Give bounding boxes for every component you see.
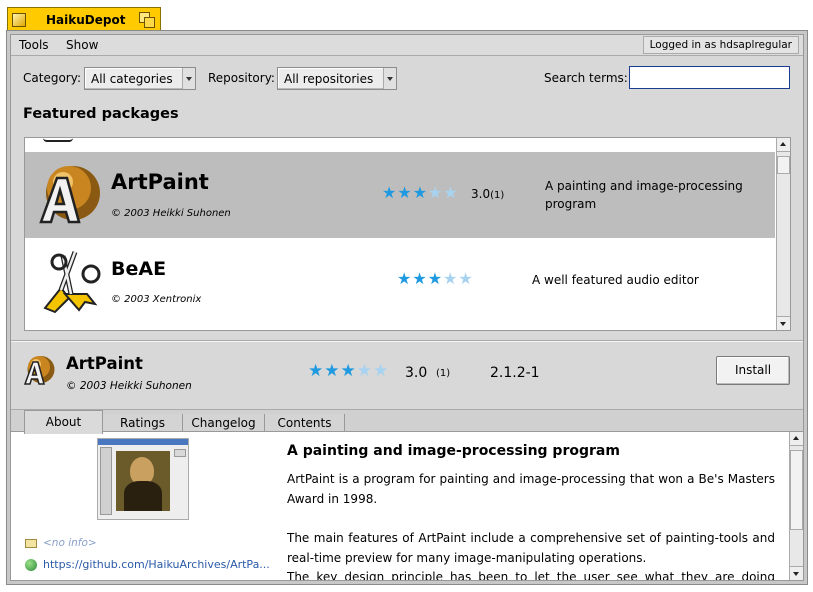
scroll-thumb[interactable] <box>777 156 790 174</box>
chevron-down-icon <box>182 68 195 89</box>
window-tab[interactable]: HaikuDepot <box>7 7 161 32</box>
menu-show[interactable]: Show <box>66 38 98 52</box>
tab-about[interactable]: About <box>24 410 103 434</box>
list-item-artpaint[interactable]: ArtPaint © 2003 Heikki Suhonen ★★★★★ 3.0… <box>25 152 775 238</box>
install-button[interactable]: Install <box>716 356 790 385</box>
close-box[interactable] <box>12 13 26 27</box>
selected-rating-stars: ★★★★★ <box>308 361 390 381</box>
category-menu[interactable]: All categories <box>84 67 196 90</box>
divider <box>11 340 803 342</box>
repository-label: Repository: <box>208 71 275 85</box>
scissors-icon <box>43 251 101 314</box>
scroll-thumb[interactable] <box>790 450 803 530</box>
selected-rating-count: (1) <box>436 368 451 379</box>
artpaint-icon <box>23 356 55 385</box>
about-panel: <no info> https://github.com/HaikuArchiv… <box>11 431 803 580</box>
repository-menu[interactable]: All repositories <box>277 67 397 90</box>
globe-icon <box>25 559 37 571</box>
menubar: Tools Show Logged in as hdsaplregular <box>11 35 803 56</box>
scroll-up-arrow-icon[interactable] <box>777 138 790 152</box>
rating-stars: ★★★★★ <box>397 269 474 288</box>
window-title: HaikuDepot <box>46 13 126 27</box>
tab-bar: About Ratings Changelog Contents <box>11 409 803 434</box>
window: Tools Show Logged in as hdsaplregular Ca… <box>6 30 808 585</box>
screenshot-thumbnail[interactable] <box>97 438 189 520</box>
search-label: Search terms: <box>544 71 628 85</box>
package-copyright: © 2003 Heikki Suhonen <box>111 208 231 219</box>
login-status[interactable]: Logged in as hdsaplregular <box>642 36 799 54</box>
about-paragraph: ArtPaint is a program for painting and i… <box>287 472 775 506</box>
email-info: <no info> <box>25 536 97 549</box>
list-item-beae[interactable]: BeAE © 2003 Xentronix ★★★★★ A well featu… <box>25 238 775 324</box>
package-name: ArtPaint <box>111 170 209 194</box>
about-scrollbar[interactable] <box>789 432 803 580</box>
selected-package-name: ArtPaint <box>66 354 143 373</box>
scroll-down-arrow-icon[interactable] <box>790 566 803 580</box>
website-link[interactable]: https://github.com/HaikuArchives/ArtPa..… <box>43 558 270 571</box>
about-heading: A painting and image-processing program <box>287 443 620 459</box>
featured-list[interactable]: ArtPaint © 2003 Heikki Suhonen ★★★★★ 3.0… <box>24 137 791 331</box>
package-copyright: © 2003 Xentronix <box>111 294 202 305</box>
chevron-down-icon <box>383 68 396 89</box>
zoom-box[interactable] <box>139 12 156 28</box>
selected-package-copyright: © 2003 Heikki Suhonen <box>66 380 192 392</box>
website-link-row[interactable]: https://github.com/HaikuArchives/ArtPa..… <box>25 558 270 571</box>
featured-scrollbar[interactable] <box>776 138 790 330</box>
scroll-down-arrow-icon[interactable] <box>777 316 790 330</box>
repository-value: All repositories <box>284 72 374 86</box>
category-label: Category: <box>23 71 81 85</box>
partial-icon <box>43 138 73 142</box>
package-name: BeAE <box>111 258 167 280</box>
rating-value: 3.0(1) <box>471 187 505 201</box>
envelope-icon <box>25 538 37 548</box>
rating-stars: ★★★★★ <box>382 183 459 202</box>
featured-title: Featured packages <box>23 106 179 122</box>
about-paragraph: The key design principle has been to let… <box>287 570 775 580</box>
scroll-up-arrow-icon[interactable] <box>790 432 803 446</box>
selected-rating-value: 3.0 <box>405 365 428 381</box>
about-paragraph: The main features of ArtPaint include a … <box>287 531 775 565</box>
selected-version: 2.1.2-1 <box>490 365 540 381</box>
category-value: All categories <box>91 72 173 86</box>
artpaint-icon <box>39 166 100 224</box>
search-input[interactable] <box>629 66 790 89</box>
menu-tools[interactable]: Tools <box>19 38 49 52</box>
package-description: A well featured audio editor <box>532 273 699 287</box>
package-description: A painting and image-processing program <box>545 179 743 211</box>
